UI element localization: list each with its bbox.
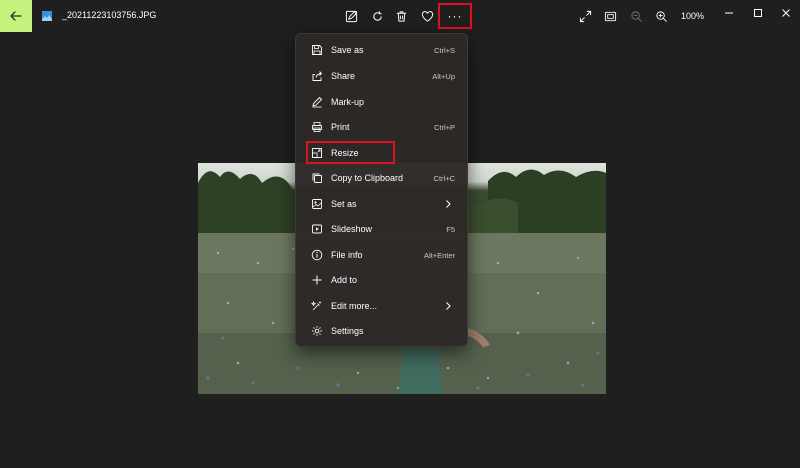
- menu-item-shortcut: Alt+Up: [432, 71, 455, 81]
- printer-icon: [312, 122, 322, 132]
- minimize-icon: [725, 12, 733, 14]
- menu-item-label: Copy to Clipboard: [331, 173, 404, 183]
- chevron-right-icon: [446, 200, 451, 208]
- save-icon: [312, 45, 322, 55]
- menu-item-shortcut: Ctrl+S: [433, 45, 455, 55]
- menu-item-label: Add to: [331, 275, 358, 285]
- info-icon: [311, 249, 323, 261]
- close-button[interactable]: [776, 3, 796, 23]
- more-options-icon: ···: [447, 9, 463, 23]
- maximize-button[interactable]: [748, 3, 768, 23]
- minimize-button[interactable]: [719, 3, 739, 23]
- menu-item-label: Print: [331, 122, 350, 132]
- menu-item-label: Slideshow: [331, 224, 373, 234]
- slideshow-icon: [312, 224, 322, 234]
- menu-item-shortcut: Ctrl+C: [433, 173, 455, 183]
- resize-highlight-box: [306, 141, 395, 164]
- rotate-button[interactable]: [367, 6, 387, 26]
- menu-item-mark-up[interactable]: Mark-up: [302, 90, 462, 114]
- fit-window-button[interactable]: [600, 6, 620, 26]
- menu-item-copy-to-clipboard[interactable]: Copy to Clipboard Ctrl+C: [302, 166, 462, 190]
- plus-icon: [312, 275, 322, 285]
- more-options-menu: Save as Ctrl+S Share Alt+Up Mark-up Prin…: [295, 33, 468, 347]
- menu-item-label: Edit more...: [331, 301, 378, 311]
- menu-item-print[interactable]: Print Ctrl+P: [302, 115, 462, 139]
- menu-item-settings[interactable]: Settings: [302, 319, 462, 343]
- edit-image-icon: [345, 10, 357, 22]
- fit-window-icon: [604, 11, 616, 21]
- edit-image-button[interactable]: [341, 6, 361, 26]
- delete-icon: [396, 10, 406, 22]
- menu-item-shortcut: F5: [446, 224, 455, 234]
- menu-item-edit-more[interactable]: Edit more...: [302, 294, 462, 318]
- menu-item-add-to[interactable]: Add to: [302, 268, 462, 292]
- menu-item-label: File info: [331, 250, 363, 260]
- pen-icon: [312, 96, 323, 108]
- copy-icon: [312, 173, 322, 183]
- menu-item-shortcut: Ctrl+P: [433, 122, 455, 132]
- favorite-heart-icon: [421, 10, 433, 22]
- arrow-left-icon: [10, 11, 22, 21]
- zoom-in-button[interactable]: [651, 6, 671, 26]
- menu-item-shortcut: Alt+Enter: [423, 250, 455, 260]
- menu-item-label: Save as: [331, 45, 364, 55]
- zoom-level[interactable]: 100%: [681, 11, 704, 21]
- full-screen-button[interactable]: [575, 6, 595, 26]
- edit-more-icon: [311, 300, 321, 311]
- menu-item-label: Mark-up: [331, 97, 365, 107]
- delete-button[interactable]: [391, 6, 411, 26]
- close-icon: [782, 9, 790, 17]
- maximize-icon: [754, 9, 762, 17]
- menu-item-label: Set as: [331, 199, 357, 209]
- file-name-title: _20211223103756.JPG: [62, 10, 157, 20]
- menu-item-file-info[interactable]: File info Alt+Enter: [302, 243, 462, 267]
- title-bar: _20211223103756.JPG ··· 100%: [0, 0, 800, 32]
- image-file-icon: [42, 11, 52, 21]
- menu-item-share[interactable]: Share Alt+Up: [302, 64, 462, 88]
- menu-item-set-as[interactable]: Set as: [302, 192, 462, 216]
- menu-item-save-as[interactable]: Save as Ctrl+S: [302, 38, 462, 62]
- more-options-button[interactable]: ···: [438, 3, 472, 29]
- chevron-right-icon: [446, 302, 451, 310]
- menu-item-label: Share: [331, 71, 356, 81]
- back-button[interactable]: [0, 0, 32, 32]
- rotate-icon: [372, 10, 382, 21]
- settings-gear-icon: [312, 326, 322, 336]
- set-as-icon: [312, 199, 322, 209]
- zoom-out-icon: [630, 10, 642, 22]
- menu-item-label: Settings: [331, 326, 364, 336]
- expand-icon: [579, 10, 591, 22]
- favorite-button[interactable]: [417, 6, 437, 26]
- zoom-out-button[interactable]: [626, 6, 646, 26]
- zoom-in-icon: [655, 10, 667, 22]
- share-icon: [312, 71, 323, 81]
- menu-item-slideshow[interactable]: Slideshow F5: [302, 217, 462, 241]
